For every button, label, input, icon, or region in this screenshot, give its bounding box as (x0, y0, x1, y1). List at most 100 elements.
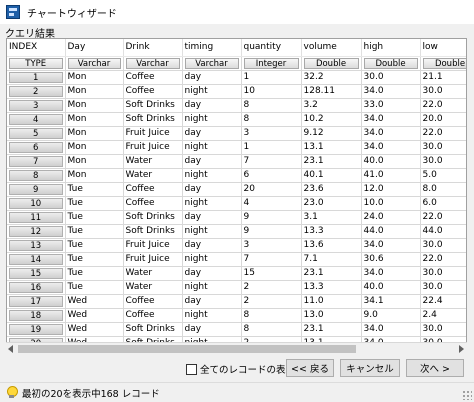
show-all-records-checkbox[interactable] (186, 363, 197, 375)
cell-timing[interactable]: night (182, 196, 242, 211)
row-index-cell[interactable]: 7 (7, 154, 66, 169)
cell-volume[interactable]: 23.6 (301, 182, 362, 197)
cell-quantity[interactable]: 4 (241, 196, 302, 211)
cell-low[interactable]: 22.0 (420, 252, 466, 267)
cell-quantity[interactable]: 20 (241, 182, 302, 197)
row-index-cell[interactable]: 15 (7, 266, 66, 281)
cell-quantity[interactable]: 3 (241, 126, 302, 141)
cell-day[interactable]: Mon (65, 112, 124, 127)
row-index-cell[interactable]: 6 (7, 140, 66, 155)
cell-quantity[interactable]: 1 (241, 140, 302, 155)
back-button[interactable]: << 戻る (286, 359, 334, 377)
cell-high[interactable]: 34.0 (361, 322, 421, 337)
cell-high[interactable]: 33.0 (361, 98, 421, 113)
column-header-drink[interactable]: Drink (123, 39, 183, 57)
cell-low[interactable]: 30.0 (420, 238, 466, 253)
table-row[interactable]: 1 Mon Coffee day 1 32.2 30.0 21.1 (7, 70, 466, 85)
table-row[interactable]: 9 Tue Coffee day 20 23.6 12.0 8.0 (7, 182, 466, 197)
cell-quantity[interactable]: 7 (241, 252, 302, 267)
cell-high[interactable]: 10.0 (361, 196, 421, 211)
cell-timing[interactable]: day (182, 98, 242, 113)
cell-drink[interactable]: Fruit Juice (123, 238, 183, 253)
row-index-cell[interactable]: 1 (7, 70, 66, 85)
table-row[interactable]: 11 Tue Soft Drinks day 9 3.1 24.0 22.0 (7, 210, 466, 225)
table-row[interactable]: 16 Tue Water night 2 13.3 40.0 30.0 (7, 280, 466, 295)
table-row[interactable]: 10 Tue Coffee night 4 23.0 10.0 6.0 (7, 196, 466, 211)
cell-timing[interactable]: day (182, 322, 242, 337)
resize-grip-icon[interactable] (462, 390, 472, 400)
cell-drink[interactable]: Soft Drinks (123, 112, 183, 127)
cell-drink[interactable]: Fruit Juice (123, 126, 183, 141)
table-row[interactable]: 2 Mon Coffee night 10 128.11 34.0 30.0 (7, 84, 466, 99)
cell-day[interactable]: Tue (65, 266, 124, 281)
cell-timing[interactable]: day (182, 70, 242, 85)
row-index-cell[interactable]: 19 (7, 322, 66, 337)
cell-volume[interactable]: 13.3 (301, 224, 362, 239)
cell-timing[interactable]: night (182, 308, 242, 323)
cell-high[interactable]: 12.0 (361, 182, 421, 197)
cell-low[interactable]: 2.4 (420, 308, 466, 323)
table-row[interactable]: 6 Mon Fruit Juice night 1 13.1 34.0 30.0 (7, 140, 466, 155)
cell-day[interactable]: Wed (65, 322, 124, 337)
cell-timing[interactable]: day (182, 182, 242, 197)
cell-volume[interactable]: 13.6 (301, 238, 362, 253)
cell-high[interactable]: 34.1 (361, 294, 421, 309)
cell-timing[interactable]: day (182, 266, 242, 281)
cell-drink[interactable]: Coffee (123, 294, 183, 309)
cell-high[interactable]: 34.0 (361, 266, 421, 281)
cell-drink[interactable]: Coffee (123, 182, 183, 197)
cell-low[interactable]: 22.0 (420, 98, 466, 113)
table-row[interactable]: 14 Tue Fruit Juice night 7 7.1 30.6 22.0 (7, 252, 466, 267)
cell-high[interactable]: 9.0 (361, 308, 421, 323)
table-row[interactable]: 5 Mon Fruit Juice day 3 9.12 34.0 22.0 (7, 126, 466, 141)
cell-low[interactable]: 30.0 (420, 140, 466, 155)
cell-volume[interactable]: 23.1 (301, 322, 362, 337)
cell-quantity[interactable]: 9 (241, 210, 302, 225)
table-row[interactable]: 18 Wed Coffee night 8 13.0 9.0 2.4 (7, 308, 466, 323)
cell-drink[interactable]: Soft Drinks (123, 322, 183, 337)
cell-low[interactable]: 21.1 (420, 70, 466, 85)
cell-high[interactable]: 34.0 (361, 238, 421, 253)
row-index-cell[interactable]: 8 (7, 168, 66, 183)
cell-volume[interactable]: 9.12 (301, 126, 362, 141)
cell-day[interactable]: Mon (65, 140, 124, 155)
cell-day[interactable]: Mon (65, 70, 124, 85)
cell-timing[interactable]: night (182, 168, 242, 183)
cell-low[interactable]: 44.0 (420, 224, 466, 239)
cell-drink[interactable]: Soft Drinks (123, 210, 183, 225)
cell-drink[interactable]: Water (123, 266, 183, 281)
row-index-cell[interactable]: 9 (7, 182, 66, 197)
cell-low[interactable]: 30.0 (420, 280, 466, 295)
cell-quantity[interactable]: 7 (241, 154, 302, 169)
cell-day[interactable]: Tue (65, 182, 124, 197)
column-header-low[interactable]: low (420, 39, 466, 57)
row-index-cell[interactable]: 13 (7, 238, 66, 253)
cell-day[interactable]: Mon (65, 98, 124, 113)
cell-low[interactable]: 22.0 (420, 126, 466, 141)
cell-day[interactable]: Mon (65, 168, 124, 183)
row-index-cell[interactable]: 16 (7, 280, 66, 295)
cell-quantity[interactable]: 2 (241, 280, 302, 295)
cell-quantity[interactable]: 8 (241, 308, 302, 323)
column-header-volume[interactable]: volume (301, 39, 362, 57)
cell-high[interactable]: 40.0 (361, 280, 421, 295)
row-index-cell[interactable]: 12 (7, 224, 66, 239)
cell-low[interactable]: 22.0 (420, 210, 466, 225)
row-index-cell[interactable]: 11 (7, 210, 66, 225)
cell-low[interactable]: 20.0 (420, 112, 466, 127)
cell-high[interactable]: 40.0 (361, 154, 421, 169)
cell-volume[interactable]: 32.2 (301, 70, 362, 85)
cell-low[interactable]: 30.0 (420, 84, 466, 99)
cell-low[interactable]: 8.0 (420, 182, 466, 197)
cancel-button[interactable]: キャンセル (340, 359, 400, 377)
table-row[interactable]: 4 Mon Soft Drinks night 8 10.2 34.0 20.0 (7, 112, 466, 127)
cell-low[interactable]: 6.0 (420, 196, 466, 211)
column-header-high[interactable]: high (361, 39, 421, 57)
cell-volume[interactable]: 3.2 (301, 98, 362, 113)
row-index-cell[interactable]: 4 (7, 112, 66, 127)
cell-day[interactable]: Tue (65, 238, 124, 253)
cell-high[interactable]: 30.0 (361, 70, 421, 85)
cell-quantity[interactable]: 8 (241, 98, 302, 113)
row-index-cell[interactable]: 18 (7, 308, 66, 323)
scroll-right-arrow-icon[interactable] (459, 345, 464, 353)
